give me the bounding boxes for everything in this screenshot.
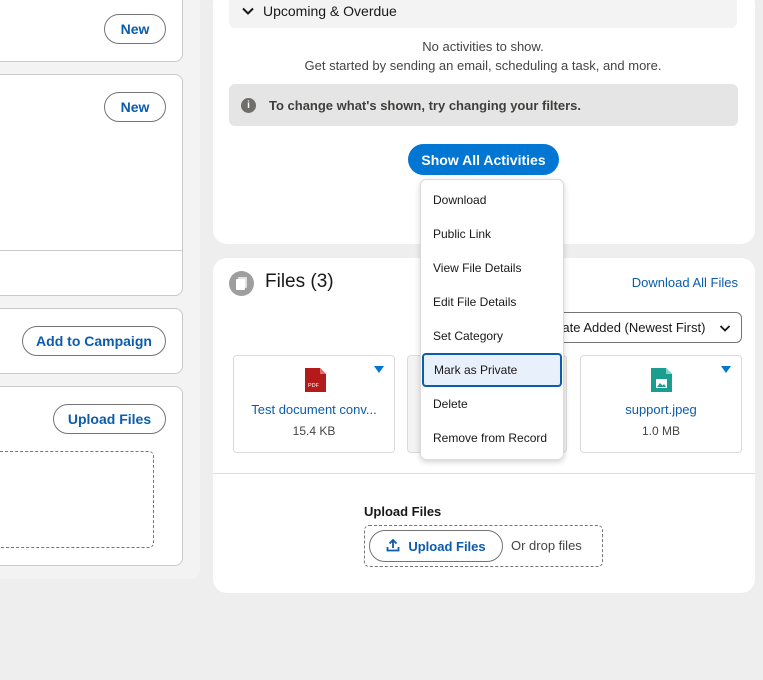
get-started-text: Get started by sending an email, schedul… [304, 58, 662, 73]
menu-item-set-category[interactable]: Set Category [421, 319, 563, 353]
no-activities-text: No activities to show. [422, 39, 544, 54]
upload-icon [386, 538, 400, 555]
file-size: 15.4 KB [292, 424, 336, 438]
new-button-2[interactable]: New [104, 92, 166, 122]
menu-item-remove-from-record[interactable]: Remove from Record [421, 421, 563, 455]
menu-item-edit-file-details[interactable]: Edit File Details [421, 285, 563, 319]
file-name[interactable]: Test document conv... [234, 402, 394, 417]
sort-select-value: Date Added (Newest First) [553, 320, 706, 335]
file-actions-menu: Download Public Link View File Details E… [420, 179, 564, 460]
image-icon [650, 367, 673, 398]
upload-files-button[interactable]: Upload Files [369, 530, 503, 562]
pdf-icon: PDF [304, 367, 327, 398]
upload-files-label: Upload Files [364, 504, 442, 519]
upload-files-button-left[interactable]: Upload Files [53, 404, 166, 434]
left-drop-zone[interactable] [0, 451, 154, 548]
filter-hint-text: To change what's shown, try changing you… [269, 97, 581, 113]
file-name[interactable]: support.jpeg [581, 402, 741, 417]
show-all-activities-button[interactable]: Show All Activities [408, 144, 559, 175]
menu-item-public-link[interactable]: Public Link [421, 217, 563, 251]
upload-files-button-label: Upload Files [408, 538, 486, 554]
download-all-files-link[interactable]: Download All Files [632, 275, 738, 290]
upcoming-overdue-label: Upcoming & Overdue [263, 3, 397, 19]
left-card-divider [0, 250, 182, 251]
chevron-down-icon [241, 4, 255, 18]
svg-text:PDF: PDF [308, 383, 320, 389]
new-button-1[interactable]: New [104, 14, 166, 44]
files-divider [213, 473, 755, 474]
drop-files-text: Or drop files [511, 538, 582, 553]
filter-info-bar: i To change what's shown, try changing y… [229, 84, 738, 126]
menu-item-mark-as-private[interactable]: Mark as Private [422, 353, 562, 387]
files-icon [229, 271, 254, 296]
info-icon: i [241, 97, 256, 113]
file-tile[interactable]: PDF Test document conv... 15.4 KB [233, 355, 395, 453]
menu-item-download[interactable]: Download [421, 183, 563, 217]
files-title: Files (3) [265, 271, 334, 292]
menu-item-delete[interactable]: Delete [421, 387, 563, 421]
chevron-down-icon [719, 322, 731, 337]
file-menu-caret-icon[interactable] [721, 366, 731, 373]
file-menu-caret-icon[interactable] [374, 366, 384, 373]
menu-item-view-file-details[interactable]: View File Details [421, 251, 563, 285]
file-tile[interactable]: support.jpeg 1.0 MB [580, 355, 742, 453]
add-to-campaign-button[interactable]: Add to Campaign [22, 326, 166, 356]
upcoming-overdue-toggle[interactable]: Upcoming & Overdue [229, 0, 737, 28]
file-size: 1.0 MB [641, 424, 680, 438]
